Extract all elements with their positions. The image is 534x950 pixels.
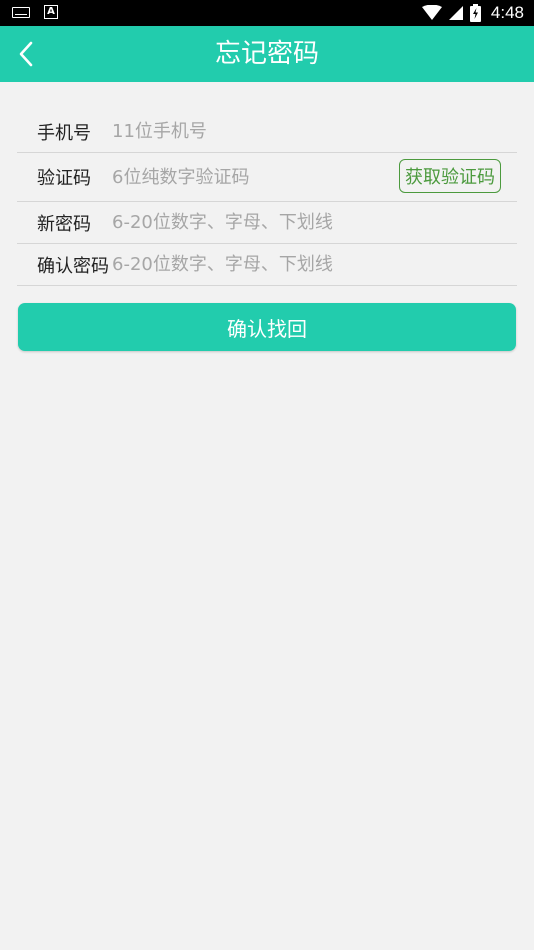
- page-title: 忘记密码: [214, 39, 319, 69]
- signal-icon: [448, 6, 463, 20]
- phone-input[interactable]: [112, 121, 517, 142]
- confirm-recover-button[interactable]: 确认找回: [18, 303, 516, 351]
- status-time: 4:48: [490, 3, 524, 22]
- new-password-label: 新密码: [37, 213, 91, 235]
- reset-password-form: 手机号 验证码 获取验证码 新密码 确认密码: [17, 111, 517, 286]
- keyboard-icon: [12, 6, 30, 18]
- code-row: 验证码 获取验证码: [17, 153, 517, 202]
- phone-row: 手机号: [17, 111, 517, 153]
- new-password-row: 新密码: [17, 202, 517, 244]
- battery-icon: [469, 4, 481, 22]
- code-label: 验证码: [37, 168, 91, 189]
- confirm-password-row: 确认密码: [17, 244, 517, 286]
- app-bar: 忘记密码: [0, 26, 534, 82]
- wifi-icon: [421, 5, 442, 20]
- confirm-password-input[interactable]: [112, 254, 517, 275]
- a-notification-icon: A: [44, 5, 58, 19]
- get-code-button[interactable]: 获取验证码: [399, 159, 501, 193]
- phone-label: 手机号: [37, 122, 91, 144]
- confirm-password-label: 确认密码: [37, 255, 109, 277]
- status-bar: A 4:48: [0, 0, 534, 26]
- new-password-input[interactable]: [112, 212, 517, 233]
